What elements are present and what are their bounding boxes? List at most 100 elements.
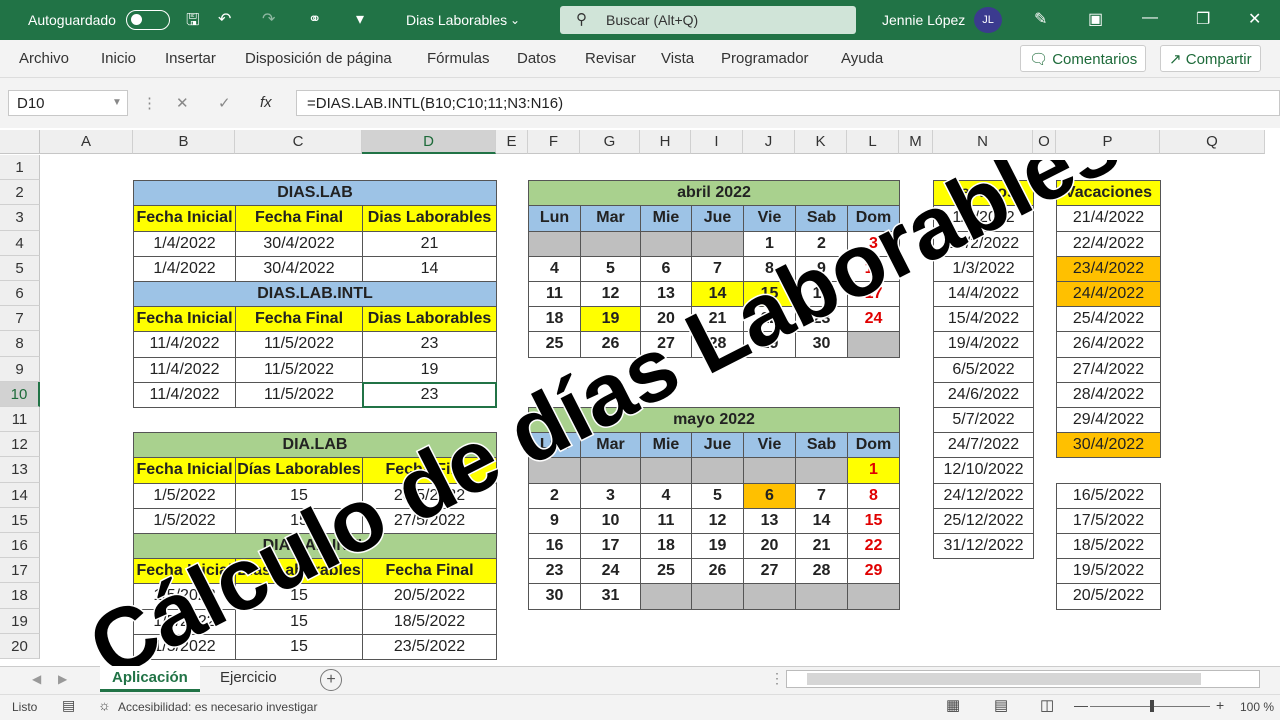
cal_may-title[interactable]: mayo 2022 [528, 407, 900, 434]
table2-header[interactable]: Fecha Final [235, 306, 363, 333]
cal_april-day[interactable]: 22 [743, 306, 796, 333]
table4-cell[interactable]: 15 [235, 633, 363, 660]
close-icon[interactable]: ✕ [1248, 9, 1261, 29]
festivo-date[interactable]: 24/6/2022 [933, 381, 1034, 408]
vacacion-date[interactable]: 27/4/2022 [1056, 356, 1161, 383]
table3-header[interactable]: Fecha Inicial [133, 457, 236, 484]
cal_may-day[interactable]: 21 [795, 533, 848, 560]
tab-disposicion[interactable]: Disposición de página [245, 50, 392, 67]
cal_may-day[interactable] [528, 457, 581, 484]
row-header-11[interactable]: 11 [0, 407, 40, 433]
cal_april-day[interactable]: 16 [795, 281, 848, 308]
cal_may-day[interactable]: 19 [691, 533, 744, 560]
cal_april-day[interactable]: 13 [640, 281, 692, 308]
column-header-b[interactable]: B [133, 130, 235, 154]
cal_april-day[interactable]: 19 [580, 306, 641, 333]
cal_may-day[interactable]: 23 [528, 558, 581, 585]
cal_april-day[interactable]: 17 [847, 281, 900, 308]
festivo-date[interactable]: 15/4/2022 [933, 306, 1034, 333]
cal_april-day[interactable]: 6 [640, 255, 692, 282]
cal_may-day[interactable] [847, 583, 900, 610]
cal_may-day[interactable] [795, 457, 848, 484]
cal_april-day[interactable]: 28 [691, 331, 744, 358]
cal_april-day[interactable]: 30 [795, 331, 848, 358]
table3-cell[interactable]: 27/5/2022 [362, 507, 497, 534]
row-header-16[interactable]: 16 [0, 533, 40, 559]
table2-cell[interactable]: 19 [362, 356, 497, 383]
table4-header[interactable]: Fecha Inicial [133, 558, 236, 585]
vacacion-date[interactable]: 23/4/2022 [1056, 255, 1161, 282]
festivo-date[interactable]: 24/12/2022 [933, 482, 1034, 509]
cal_may-dayname[interactable]: Jue [691, 432, 744, 459]
enter-icon[interactable]: ✓ [218, 94, 231, 112]
row-header-18[interactable]: 18 [0, 583, 40, 609]
row-header-1[interactable]: 1 [0, 155, 40, 181]
zoom-out-icon[interactable]: — [1074, 697, 1088, 713]
tab-inicio[interactable]: Inicio [101, 50, 136, 67]
cal_may-day[interactable] [795, 583, 848, 610]
macro-icon[interactable]: ▤ [62, 697, 75, 714]
row-header-9[interactable]: 9 [0, 356, 40, 382]
cal_april-day[interactable]: 4 [528, 255, 581, 282]
cal_april-dayname[interactable]: Sab [795, 205, 848, 232]
cal_may-day[interactable]: 27 [743, 558, 796, 585]
festivo-date[interactable]: 14/4/2022 [933, 281, 1034, 308]
column-header-k[interactable]: K [795, 130, 847, 154]
vacacion-date[interactable]: 21/4/2022 [1056, 205, 1161, 232]
cal_april-day[interactable]: 26 [580, 331, 641, 358]
document-title[interactable]: Dias Laborables [406, 12, 507, 28]
cal_april-day[interactable]: 10 [847, 255, 900, 282]
cal_april-dayname[interactable]: Dom [847, 205, 900, 232]
cal_may-day[interactable]: 10 [580, 507, 641, 534]
cal_may-dayname[interactable]: Dom [847, 432, 900, 459]
pen-icon[interactable]: ✎ [1034, 9, 1047, 29]
row-header-20[interactable]: 20 [0, 633, 40, 659]
column-header-d[interactable]: D [362, 130, 496, 154]
cal_may-day[interactable]: 12 [691, 507, 744, 534]
vacacion-date[interactable]: 18/5/2022 [1056, 533, 1161, 560]
zoom-level[interactable]: 100 % [1240, 700, 1274, 714]
cal_april-day[interactable]: 21 [691, 306, 744, 333]
cal_may-day[interactable]: 1 [847, 457, 900, 484]
page-break-icon[interactable]: ◫ [1040, 696, 1054, 714]
cal_may-day[interactable]: 25 [640, 558, 692, 585]
cal_april-day[interactable]: 1 [743, 230, 796, 257]
festivo-date[interactable]: 1/3/2022 [933, 255, 1034, 282]
table2-cell[interactable]: 11/5/2022 [235, 381, 363, 408]
comments-button[interactable]: 🗨 Comentarios [1020, 45, 1147, 72]
table2-cell[interactable]: 11/5/2022 [235, 356, 363, 383]
normal-view-icon[interactable]: ▦ [946, 696, 960, 714]
accessibility-icon[interactable]: ☼ [98, 697, 111, 713]
cal_may-day[interactable]: 3 [580, 482, 641, 509]
cal_april-day[interactable] [691, 230, 744, 257]
cal_april-day[interactable] [640, 230, 692, 257]
vacacion-date[interactable]: 26/4/2022 [1056, 331, 1161, 358]
table3-cell[interactable]: 1/5/2022 [133, 482, 236, 509]
cal_may-day[interactable]: 7 [795, 482, 848, 509]
cal_april-dayname[interactable]: Jue [691, 205, 744, 232]
chevron-down-icon[interactable]: ⌄ [510, 13, 520, 27]
festivo-date[interactable]: 24/7/2022 [933, 432, 1034, 459]
cal_may-day[interactable]: 28 [795, 558, 848, 585]
festivos-title[interactable]: Festivos [933, 180, 1034, 207]
table1-cell[interactable]: 1/4/2022 [133, 230, 236, 257]
column-header-i[interactable]: I [691, 130, 743, 154]
avatar[interactable]: JL [974, 7, 1002, 33]
cal_may-day[interactable]: 31 [580, 583, 641, 610]
undo-icon[interactable]: ↶ [218, 9, 231, 29]
ribbon-display-icon[interactable]: ▣ [1088, 9, 1103, 29]
cal_april-day[interactable]: 8 [743, 255, 796, 282]
minimize-icon[interactable]: — [1142, 9, 1158, 27]
cal_may-day[interactable]: 4 [640, 482, 692, 509]
cal_may-day[interactable] [640, 583, 692, 610]
table2-title[interactable]: DIAS.LAB.INTL [133, 281, 497, 308]
tab-datos[interactable]: Datos [517, 50, 556, 67]
column-header-c[interactable]: C [235, 130, 362, 154]
column-header-p[interactable]: P [1056, 130, 1160, 154]
table4-cell[interactable]: 1/5/2022 [133, 633, 236, 660]
cal_april-day[interactable]: 24 [847, 306, 900, 333]
cal_april-dayname[interactable]: Mar [580, 205, 641, 232]
tab-archivo[interactable]: Archivo [19, 50, 69, 67]
cal_april-day[interactable]: 2 [795, 230, 848, 257]
cal_may-day[interactable]: 15 [847, 507, 900, 534]
